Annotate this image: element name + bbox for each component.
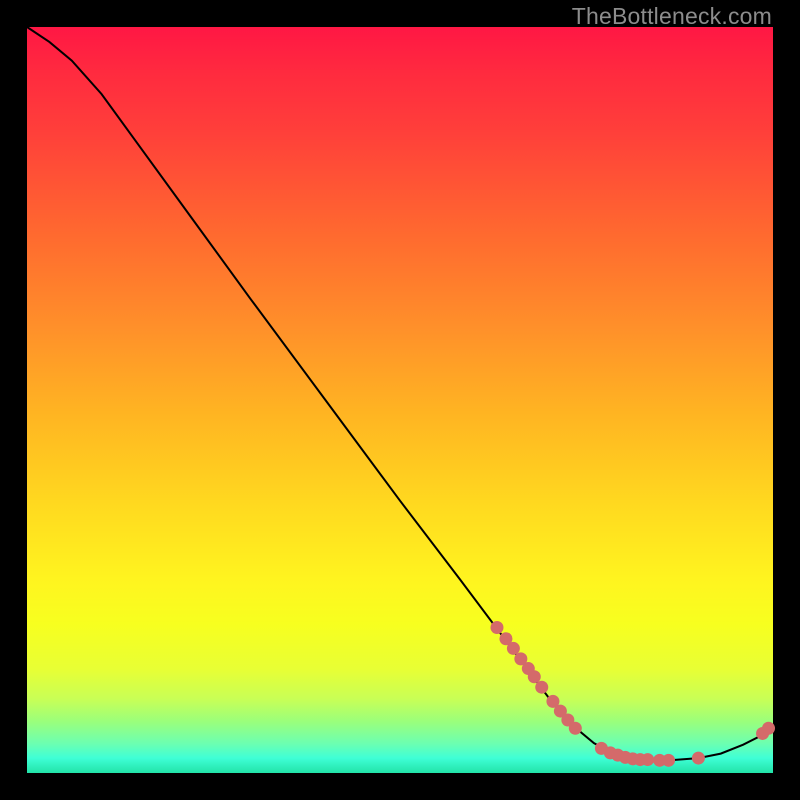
data-point bbox=[535, 681, 548, 694]
data-point bbox=[569, 722, 582, 735]
data-point bbox=[507, 642, 520, 655]
chart-container: TheBottleneck.com bbox=[0, 0, 800, 800]
bottleneck-curve bbox=[27, 27, 773, 760]
data-point bbox=[490, 621, 503, 634]
data-point bbox=[662, 754, 675, 767]
data-point bbox=[641, 753, 654, 766]
data-point bbox=[692, 752, 705, 765]
data-points bbox=[490, 621, 775, 767]
data-point bbox=[762, 722, 775, 735]
data-point bbox=[528, 670, 541, 683]
chart-overlay bbox=[27, 27, 773, 773]
watermark-text: TheBottleneck.com bbox=[572, 3, 772, 30]
